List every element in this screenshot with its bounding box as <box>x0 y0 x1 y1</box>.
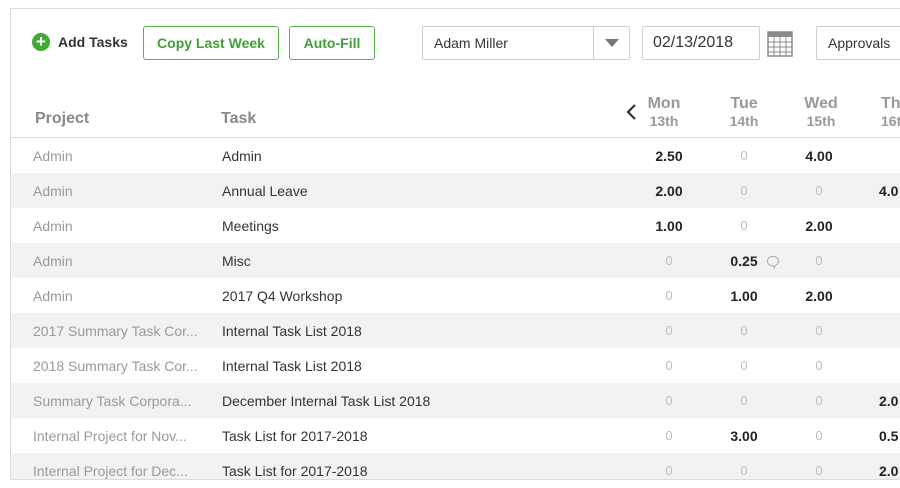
day-name: Tue <box>730 95 758 112</box>
hours-cell-tue[interactable]: 0 <box>714 148 774 163</box>
timesheet-panel: + Add Tasks Copy Last Week Auto-Fill Ada… <box>10 8 900 480</box>
hours-cell-mon[interactable]: 0 <box>639 463 699 478</box>
day-header-thu: Th 16t <box>881 95 900 130</box>
table-row[interactable]: Internal Project for Nov... Task List for… <box>11 418 900 453</box>
hours-cell-tue[interactable]: 0 <box>714 358 774 373</box>
hours-cell-tue[interactable]: 0 <box>714 323 774 338</box>
task-rows: Admin Admin 2.50 0 4.00 Admin Annual Leave 2.00… <box>11 138 900 479</box>
hours-cell-mon[interactable]: 0 <box>639 393 699 408</box>
hours-cell-thu[interactable]: 2.0 <box>864 393 900 409</box>
day-number: 16t <box>881 113 900 129</box>
task-cell: December Internal Task List 2018 <box>222 393 431 409</box>
hours-cell-wed[interactable]: 0 <box>789 358 849 373</box>
hours-cell-wed[interactable]: 2.00 <box>789 288 849 304</box>
hours-cell-mon[interactable]: 0 <box>639 288 699 303</box>
user-select-toggle[interactable] <box>593 27 629 59</box>
chevron-down-icon <box>604 39 619 47</box>
hours-cell-mon[interactable]: 0 <box>639 253 699 268</box>
comment-icon[interactable] <box>766 255 780 269</box>
hours-cell-tue[interactable]: 0.25 <box>714 253 774 269</box>
hours-cell-wed[interactable]: 0 <box>789 323 849 338</box>
table-header: Project Task Mon 13th Tue 14th Wed 15th … <box>11 89 900 138</box>
add-tasks-label: Add Tasks <box>58 34 128 50</box>
project-cell: 2018 Summary Task Cor... <box>33 358 198 374</box>
task-cell: 2017 Q4 Workshop <box>222 288 343 304</box>
table-row[interactable]: Internal Project for Dec... Task List for… <box>11 453 900 479</box>
hours-cell-tue[interactable]: 1.00 <box>714 288 774 304</box>
day-header-wed: Wed 15th <box>798 95 844 130</box>
table-row[interactable]: 2017 Summary Task Cor... Internal Task Li… <box>11 313 900 348</box>
plus-circle-icon: + <box>32 33 50 51</box>
day-number: 13th <box>649 113 679 129</box>
project-cell: Internal Project for Dec... <box>33 463 188 479</box>
day-name: Th <box>881 95 900 112</box>
project-cell: Summary Task Corpora... <box>33 393 192 409</box>
day-number: 14th <box>729 113 759 129</box>
table-row[interactable]: Admin Misc 0 0.25 0 <box>11 243 900 278</box>
hours-cell-thu[interactable]: 4.0 <box>864 183 900 199</box>
hours-cell-wed[interactable]: 0 <box>789 428 849 443</box>
hours-cell-mon[interactable]: 2.00 <box>639 183 699 199</box>
hours-cell-wed[interactable]: 0 <box>789 393 849 408</box>
hours-cell-thu[interactable]: 2.0 <box>864 463 900 479</box>
table-row[interactable]: 2018 Summary Task Cor... Internal Task Li… <box>11 348 900 383</box>
table-row[interactable]: Admin Annual Leave 2.00 0 0 4.0 <box>11 173 900 208</box>
hours-cell-mon[interactable]: 0 <box>639 428 699 443</box>
day-name: Wed <box>804 95 838 112</box>
hours-cell-wed[interactable]: 0 <box>789 183 849 198</box>
project-cell: Admin <box>33 218 73 234</box>
hours-cell-tue[interactable]: 3.00 <box>714 428 774 444</box>
hours-cell-tue[interactable]: 0 <box>714 218 774 233</box>
day-header-mon: Mon 13th <box>641 95 687 130</box>
project-column-header[interactable]: Project <box>35 110 89 128</box>
date-field[interactable]: 02/13/2018 <box>642 26 760 60</box>
add-tasks-button[interactable]: + Add Tasks <box>32 33 128 51</box>
hours-cell-mon[interactable]: 2.50 <box>639 148 699 164</box>
day-name: Mon <box>647 95 681 112</box>
hours-cell-mon[interactable]: 0 <box>639 358 699 373</box>
hours-cell-wed[interactable]: 2.00 <box>789 218 849 234</box>
user-select[interactable]: Adam Miller <box>422 26 630 60</box>
copy-last-week-button[interactable]: Copy Last Week <box>143 26 279 60</box>
toolbar: + Add Tasks Copy Last Week Auto-Fill Ada… <box>11 9 900 79</box>
hours-cell-wed[interactable]: 4.00 <box>789 148 849 164</box>
hours-cell-tue[interactable]: 0 <box>714 463 774 478</box>
project-cell: 2017 Summary Task Cor... <box>33 323 198 339</box>
user-select-value: Adam Miller <box>434 35 508 51</box>
task-cell: Meetings <box>222 218 279 234</box>
task-cell: Task List for 2017-2018 <box>222 428 368 444</box>
table-row[interactable]: Admin Admin 2.50 0 4.00 <box>11 138 900 173</box>
hours-cell-mon[interactable]: 1.00 <box>639 218 699 234</box>
task-cell: Task List for 2017-2018 <box>222 463 368 479</box>
table-row[interactable]: Summary Task Corpora... December Internal… <box>11 383 900 418</box>
project-cell: Admin <box>33 148 73 164</box>
task-cell: Annual Leave <box>222 183 308 199</box>
project-cell: Admin <box>33 253 73 269</box>
day-header-tue: Tue 14th <box>721 95 767 130</box>
project-cell: Admin <box>33 183 73 199</box>
approvals-select[interactable]: Approvals <box>816 26 900 60</box>
hours-cell-mon[interactable]: 0 <box>639 323 699 338</box>
day-number: 15th <box>806 113 836 129</box>
task-cell: Admin <box>222 148 262 164</box>
table-row[interactable]: Admin 2017 Q4 Workshop 0 1.00 2.00 <box>11 278 900 313</box>
project-cell: Admin <box>33 288 73 304</box>
task-cell: Internal Task List 2018 <box>222 323 362 339</box>
task-column-header[interactable]: Task <box>221 110 256 128</box>
task-cell: Internal Task List 2018 <box>222 358 362 374</box>
task-cell: Misc <box>222 253 251 269</box>
chevron-left-icon[interactable] <box>625 102 639 122</box>
auto-fill-button[interactable]: Auto-Fill <box>289 26 375 60</box>
hours-cell-tue[interactable]: 0 <box>714 183 774 198</box>
hours-cell-wed[interactable]: 0 <box>789 253 849 268</box>
table-row[interactable]: Admin Meetings 1.00 0 2.00 <box>11 208 900 243</box>
hours-cell-tue[interactable]: 0 <box>714 393 774 408</box>
calendar-icon[interactable] <box>767 29 793 57</box>
project-cell: Internal Project for Nov... <box>33 428 187 444</box>
hours-cell-wed[interactable]: 0 <box>789 463 849 478</box>
hours-cell-thu[interactable]: 0.5 <box>864 428 900 444</box>
